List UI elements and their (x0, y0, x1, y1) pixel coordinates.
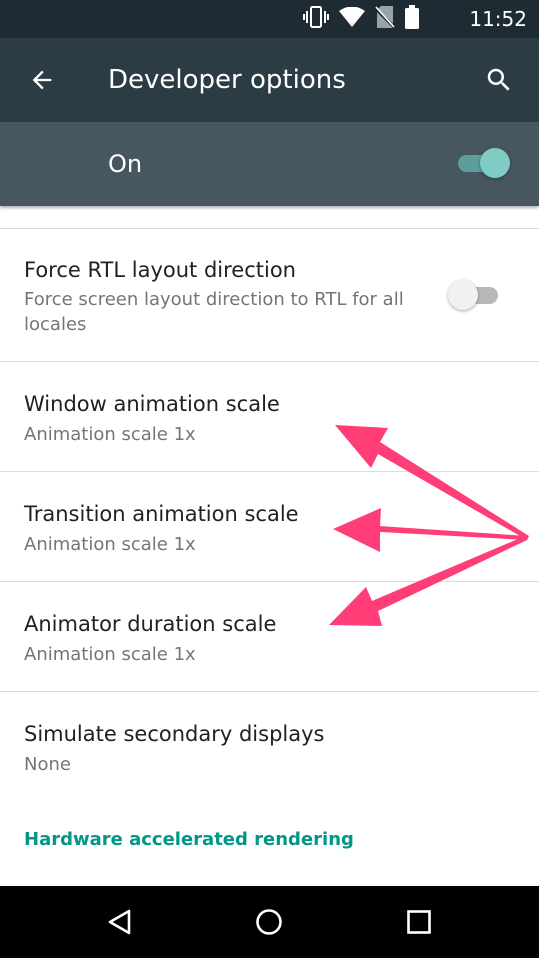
battery-icon (405, 5, 419, 33)
back-triangle-icon (108, 909, 131, 935)
pref-summary: None (24, 754, 71, 775)
status-time: 11:52 (469, 7, 527, 31)
list-item-simulate-secondary-displays[interactable]: Simulate secondary displays None (0, 692, 539, 801)
pref-title: Force RTL layout direction (24, 258, 296, 282)
status-bar: 11:52 (0, 0, 539, 38)
nav-back-button[interactable] (96, 898, 144, 946)
nav-recents-button[interactable] (395, 898, 443, 946)
page-title: Developer options (108, 65, 346, 95)
back-button[interactable] (18, 56, 66, 104)
pref-summary: Animation scale 1x (24, 424, 196, 445)
arrow-back-icon (32, 70, 52, 90)
list-item-animator-duration-scale[interactable]: Animator duration scale Animation scale … (0, 582, 539, 691)
search-button[interactable] (475, 56, 523, 104)
nav-home-button[interactable] (245, 898, 293, 946)
pref-summary: Animation scale 1x (24, 534, 196, 555)
home-circle-icon (256, 909, 282, 935)
app-bar: Developer options (0, 38, 539, 122)
pref-summary: Force screen layout direction to RTL for… (24, 289, 404, 335)
switch-thumb (448, 280, 478, 310)
recents-square-icon (407, 910, 431, 934)
pref-title: Animator duration scale (24, 612, 277, 636)
master-switch-toggle[interactable] (452, 148, 510, 178)
pref-title: Simulate secondary displays (24, 722, 325, 746)
list-item-transition-animation-scale[interactable]: Transition animation scale Animation sca… (0, 472, 539, 581)
search-icon (487, 68, 510, 91)
pref-title: Transition animation scale (24, 502, 299, 526)
pref-title: Window animation scale (24, 392, 280, 416)
vibrate-icon (303, 6, 329, 32)
category-header: Hardware accelerated rendering (24, 829, 354, 850)
master-switch-label: On (108, 150, 143, 178)
navigation-bar (0, 886, 539, 958)
switch-thumb (480, 148, 510, 178)
no-sim-icon (373, 6, 397, 32)
force-rtl-toggle[interactable] (448, 280, 506, 310)
status-icons (303, 5, 419, 33)
pref-summary: Animation scale 1x (24, 644, 196, 665)
list-item-window-animation-scale[interactable]: Window animation scale Animation scale 1… (0, 362, 539, 471)
wifi-icon (339, 6, 365, 31)
